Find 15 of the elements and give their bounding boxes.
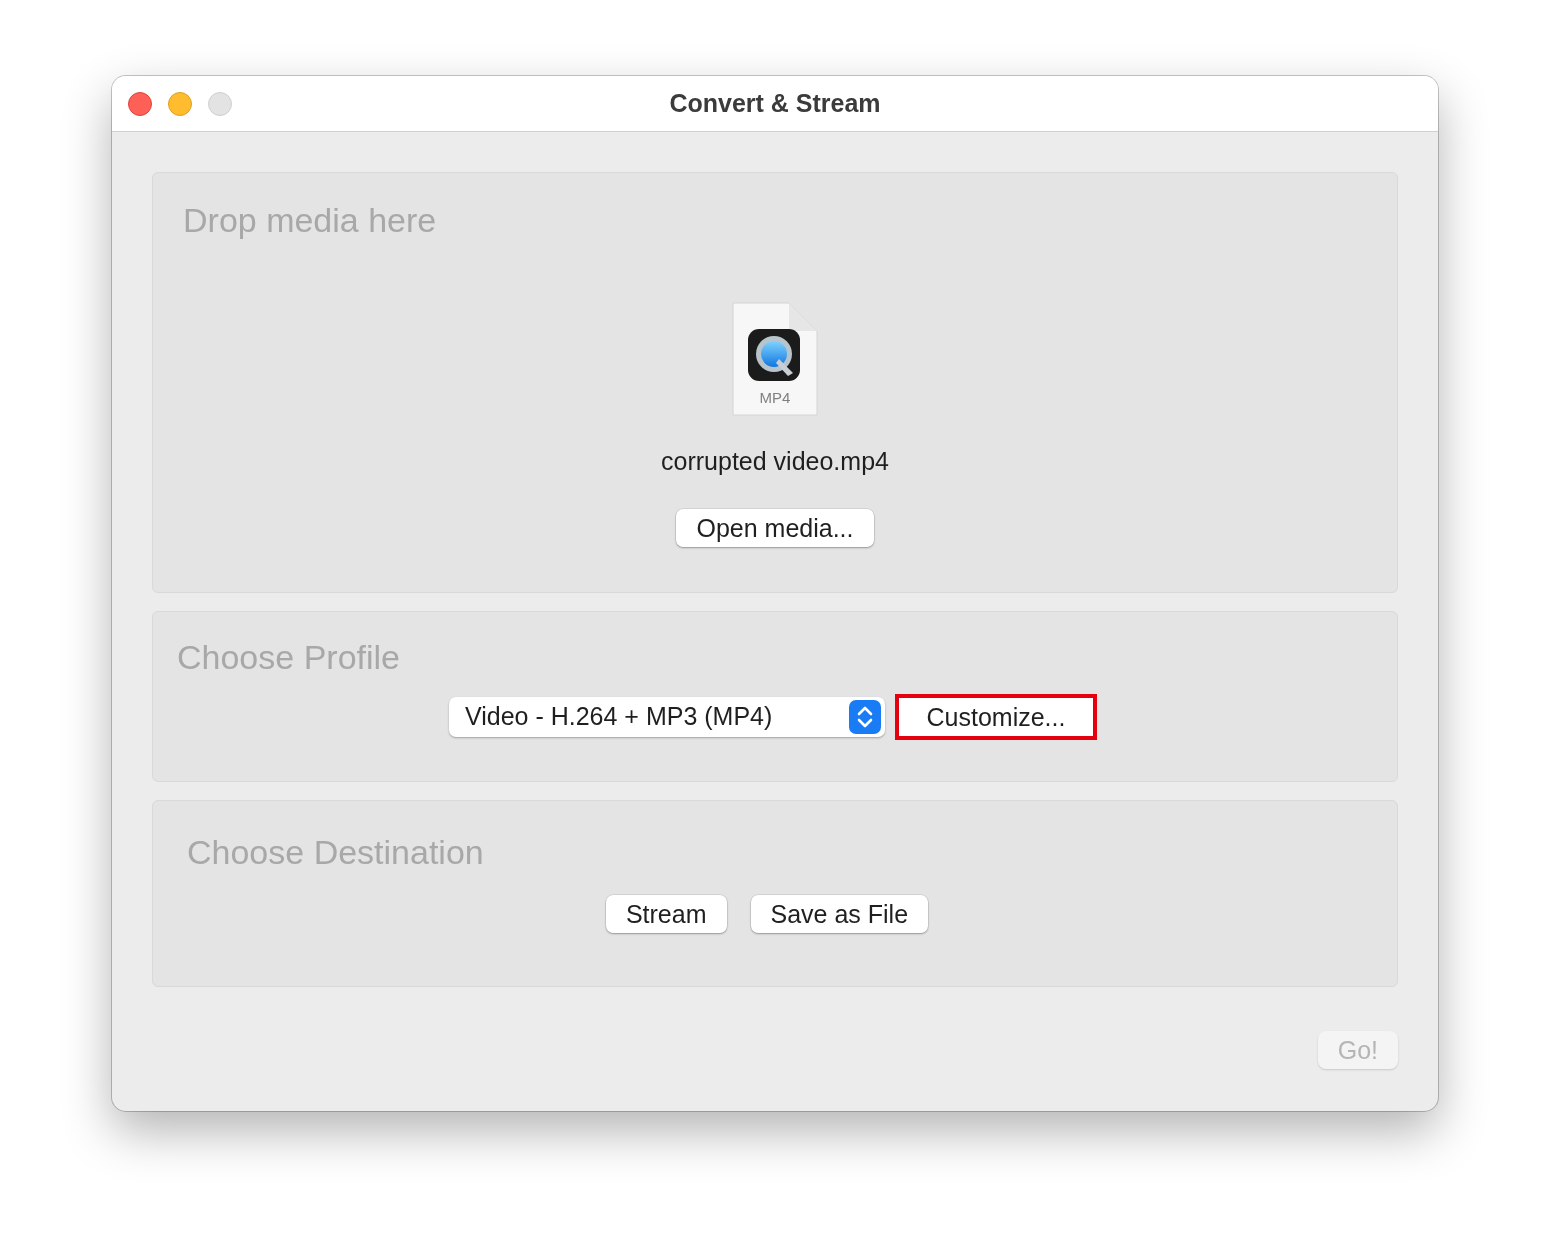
stepper-icon	[849, 700, 881, 734]
video-file-icon	[731, 301, 819, 417]
destination-button[interactable]: Save as File	[750, 895, 929, 933]
profile-dropdown[interactable]: Video - H.264 + MP3 (MP4)	[449, 697, 885, 737]
drop-heading: Drop media here	[183, 200, 437, 241]
destination-button[interactable]: Stream	[605, 895, 727, 933]
destination-heading: Choose Destination	[187, 832, 484, 873]
zoom-button[interactable]	[208, 92, 232, 116]
file-type-label: MP4	[758, 389, 792, 407]
file-name: corrupted video.mp4	[661, 446, 889, 477]
window-title: Convert & Stream	[669, 87, 881, 119]
open-media-button[interactable]: Open media...	[676, 508, 874, 547]
close-button[interactable]	[128, 92, 152, 116]
minimize-button[interactable]	[168, 92, 192, 116]
profile-heading: Choose Profile	[177, 637, 400, 678]
